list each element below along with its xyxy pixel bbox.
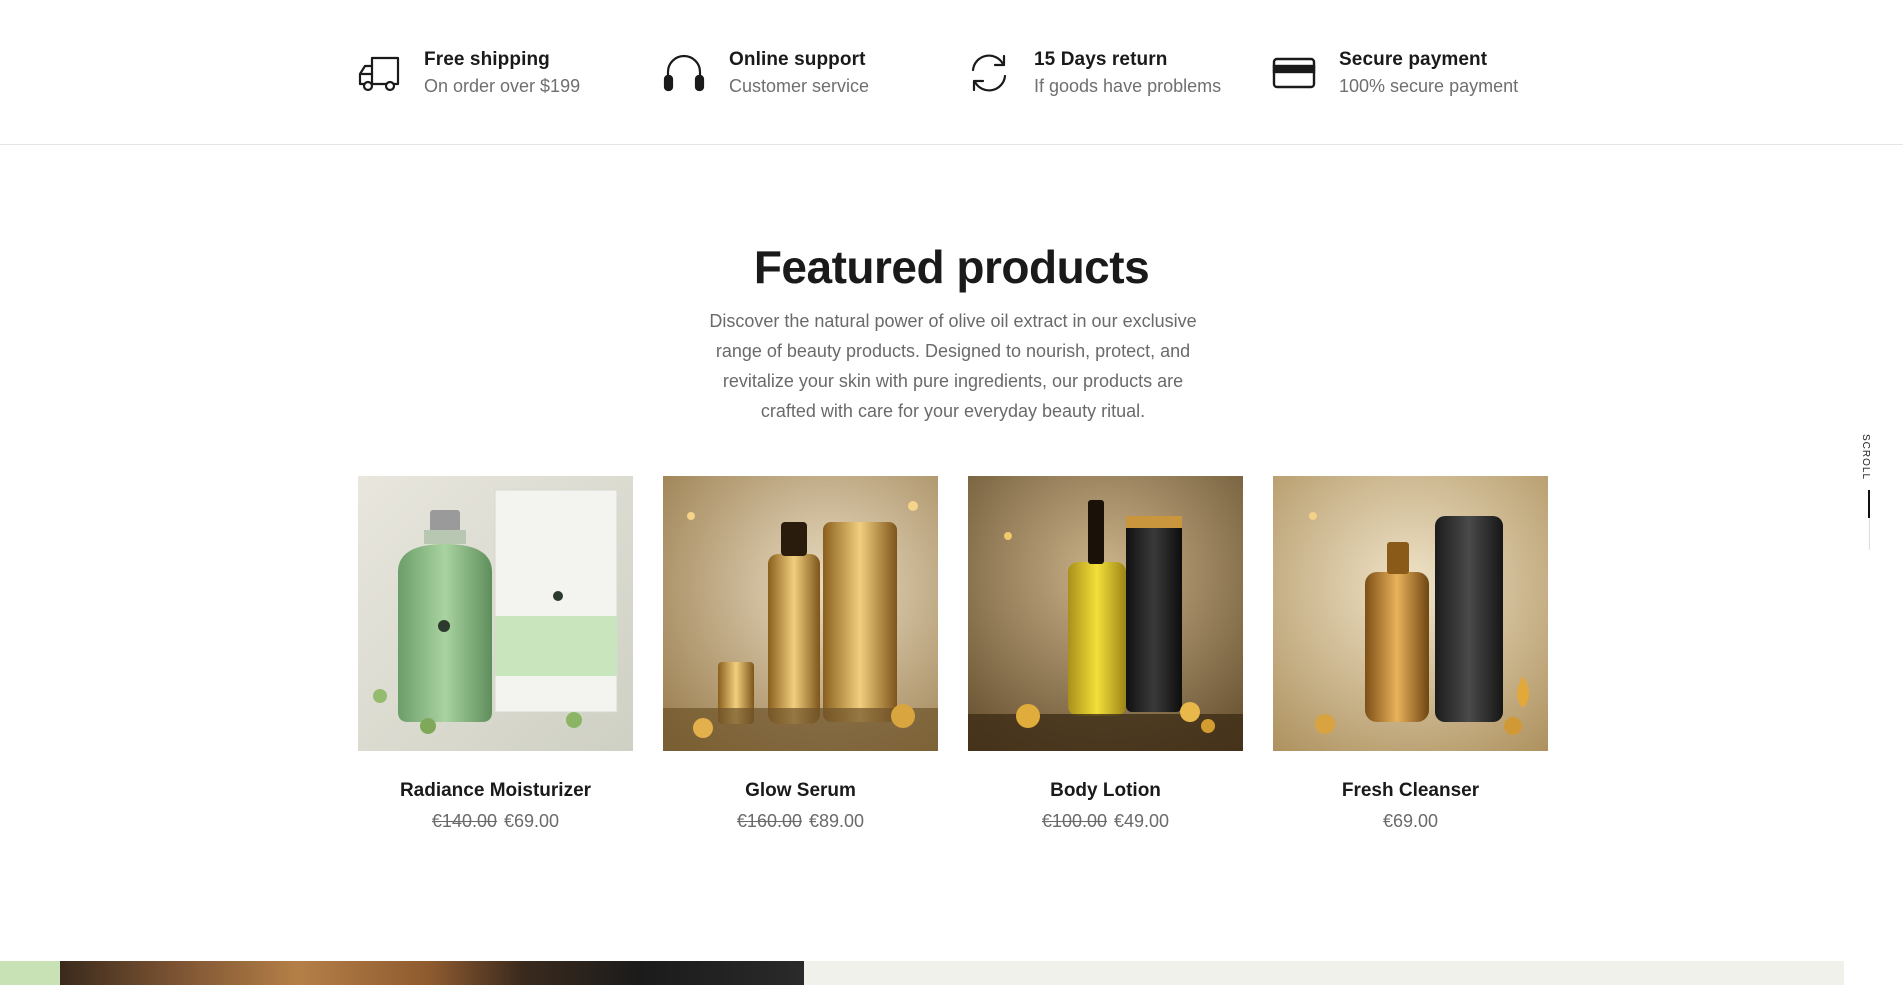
product-price: €100.00 €49.00 [968,808,1243,834]
credit-card-icon [1271,50,1317,96]
product-card[interactable]: Fresh Cleanser €69.00 [1273,476,1548,834]
product-card[interactable]: Glow Serum €160.00 €89.00 [663,476,938,834]
product-old-price: €140.00 [431,811,497,831]
headphones-icon [661,50,707,96]
truck-icon [356,50,402,96]
product-name[interactable]: Glow Serum [663,778,938,804]
scroll-label: SCROLL [1860,434,1871,481]
section-description: Discover the natural power of olive oil … [709,311,1197,421]
product-old-price: €160.00 [736,811,802,831]
product-price: €69.00 [1273,808,1548,834]
feature-title: Secure payment [1339,49,1488,70]
feature-subtitle: If goods have problems [1034,76,1222,96]
product-name[interactable]: Radiance Moisturizer [358,778,633,804]
product-image[interactable] [1273,476,1548,751]
product-name[interactable]: Body Lotion [968,778,1243,804]
features-bar: Free shipping On order over $199 Online … [0,0,1903,145]
product-image[interactable] [968,476,1243,751]
feature-title: Free shipping [424,49,550,70]
banner-accent [0,961,60,985]
refresh-icon [966,50,1012,96]
product-name[interactable]: Fresh Cleanser [1273,778,1548,804]
product-price: €160.00 €89.00 [663,808,938,834]
section-heading: Featured products [753,241,1150,293]
feature-subtitle: Customer service [729,76,870,96]
banner-image [60,961,804,985]
product-card[interactable]: Body Lotion €100.00 €49.00 [968,476,1243,834]
feature-title: 15 Days return [1034,49,1168,70]
feature-subtitle: 100% secure payment [1339,76,1519,96]
product-sale-price: €89.00 [809,811,865,831]
product-card[interactable]: Radiance Moisturizer €140.00 €69.00 [358,476,633,834]
product-sale-price: €69.00 [504,811,560,831]
feature-secure-payment: Secure payment 100% secure payment [1271,48,1518,104]
product-sale-price: €69.00 [1382,811,1439,831]
feature-title: Online support [729,49,866,70]
product-sale-price: €49.00 [1114,811,1170,831]
next-section-preview [0,961,1903,985]
feature-subtitle: On order over $199 [424,76,581,96]
feature-online-support: Online support Customer service [661,48,869,104]
product-image[interactable] [663,476,938,751]
scroll-indicator[interactable]: SCROLL [1858,430,1882,550]
product-price: €140.00 €69.00 [358,808,633,834]
banner-panel [804,961,1844,985]
product-image[interactable] [358,476,633,751]
scroll-thumb[interactable] [1868,490,1870,518]
product-old-price: €100.00 [1041,811,1107,831]
feature-returns: 15 Days return If goods have problems [966,48,1221,104]
feature-free-shipping: Free shipping On order over $199 [356,48,580,104]
